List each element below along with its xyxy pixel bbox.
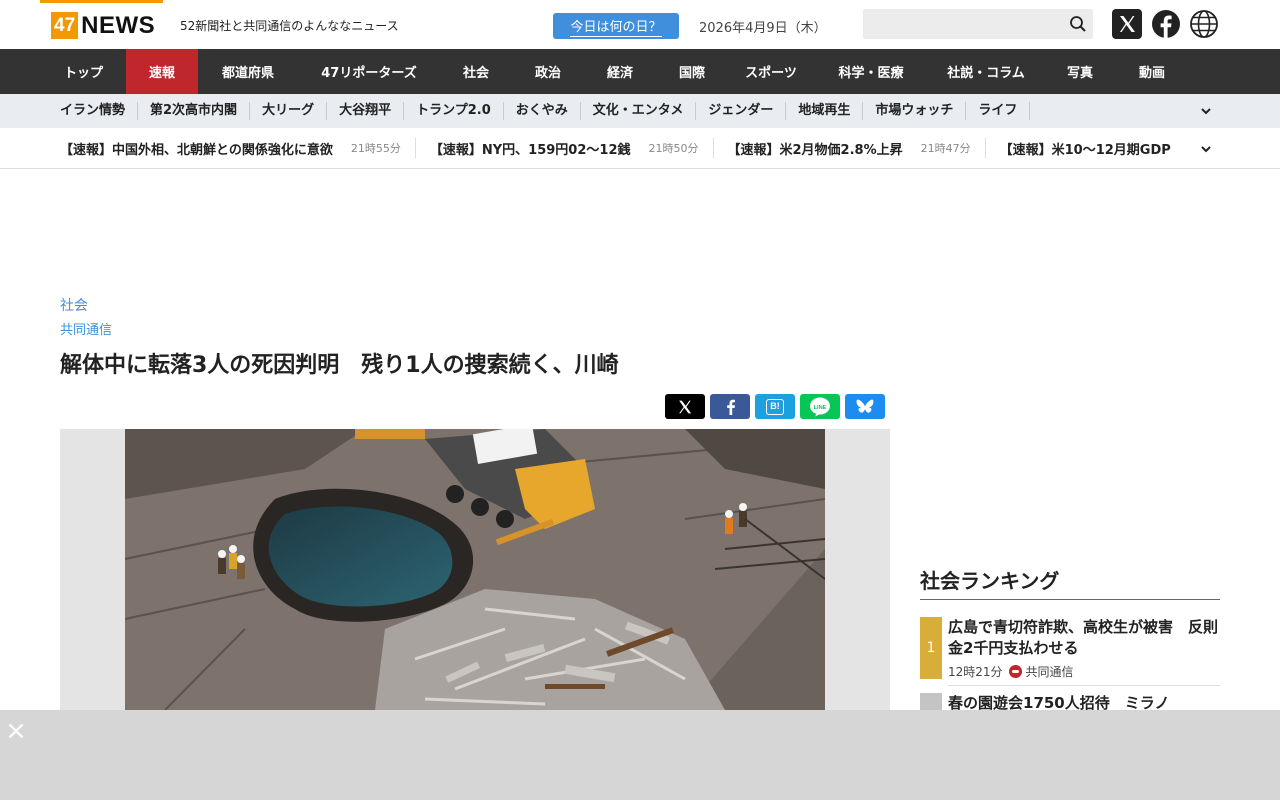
breaking-news-ticker: 【速報】中国外相、北朝鮮との関係強化に意欲 21時55分 【速報】NY円、159… <box>0 128 1280 169</box>
nav-item-video[interactable]: 動画 <box>1116 49 1188 94</box>
topic-gender[interactable]: ジェンダー <box>696 102 787 120</box>
article-photo[interactable] <box>125 429 825 710</box>
ticker-item[interactable]: 【速報】米10～12月期GDP <box>1000 138 1185 158</box>
topic-trump[interactable]: トランプ2.0 <box>404 102 504 120</box>
ranking-item-1[interactable]: 1 広島で青切符詐欺、高校生が被害 反則金2千円支払わせる 12時21分 共同通… <box>920 617 1220 679</box>
topic-mlb[interactable]: 大リーグ <box>250 102 328 120</box>
logo-accent-bar <box>40 0 163 3</box>
nav-item-society[interactable]: 社会 <box>440 49 512 94</box>
site-tagline: 52新聞社と共同通信のよんななニュース <box>180 19 399 33</box>
hatena-share-button[interactable]: B! <box>755 394 795 419</box>
ranking-title: 社会ランキング <box>920 569 1060 593</box>
nav-item-photo[interactable]: 写真 <box>1044 49 1116 94</box>
nav-item-prefectures[interactable]: 都道府県 <box>198 49 298 94</box>
chevron-down-icon[interactable] <box>1199 142 1213 156</box>
nav-item-sports[interactable]: スポーツ <box>728 49 814 94</box>
ranking-headline: 広島で青切符詐欺、高校生が被害 反則金2千円支払わせる <box>948 618 1219 657</box>
ranking-meta: 12時21分 共同通信 <box>948 663 1074 680</box>
nav-item-breaking[interactable]: 速報 <box>126 49 198 94</box>
topic-ohtani[interactable]: 大谷翔平 <box>327 102 405 120</box>
search-icon[interactable] <box>1069 15 1087 33</box>
nav-item-editorial-column[interactable]: 社説・コラム <box>928 49 1044 94</box>
bottom-ad-banner: × <box>0 710 1280 800</box>
nav-item-international[interactable]: 国際 <box>656 49 728 94</box>
topic-culture[interactable]: 文化・エンタメ <box>581 102 697 120</box>
ranking-divider <box>920 599 1220 600</box>
current-date: 2026年4月9日（木） <box>699 21 827 36</box>
x-share-button[interactable] <box>665 394 705 419</box>
close-icon[interactable]: × <box>5 718 27 744</box>
rank-number: 1 <box>920 617 942 679</box>
nav-item-top[interactable]: トップ <box>41 49 126 94</box>
x-icon <box>679 400 692 413</box>
line-icon: LINE <box>810 397 830 416</box>
article-source[interactable]: 共同通信 <box>60 319 112 338</box>
ticker-item[interactable]: 【速報】NY円、159円02～12銭 21時50分 <box>430 138 714 158</box>
facebook-icon <box>727 399 735 415</box>
ticker-item[interactable]: 【速報】中国外相、北朝鮮との関係強化に意欲 21時55分 <box>60 138 416 158</box>
topic-obituaries[interactable]: おくやみ <box>504 102 581 120</box>
page-title: 解体中に転落3人の死因判明 残り1人の捜索続く、川崎 <box>60 353 619 378</box>
kyodo-logo-icon <box>1008 665 1022 678</box>
bluesky-icon <box>856 399 874 413</box>
nav-item-47reporters[interactable]: 47リポーターズ <box>298 49 440 94</box>
site-header: 47 NEWS 52新聞社と共同通信のよんななニュース 今日は何の日？ 2026… <box>0 0 1280 49</box>
main-nav: トップ 速報 都道府県 47リポーターズ 社会 政治 経済 国際 スポーツ 科学… <box>0 49 1280 94</box>
facebook-icon[interactable] <box>1151 9 1181 39</box>
search-box <box>863 9 1093 39</box>
chevron-down-icon[interactable] <box>1199 104 1213 118</box>
bluesky-share-button[interactable] <box>845 394 885 419</box>
topic-takaichi-cabinet[interactable]: 第2次高市内閣 <box>138 102 251 120</box>
hatena-icon: B! <box>766 398 784 415</box>
logo-number: 47 <box>51 12 79 39</box>
line-share-button[interactable]: LINE <box>800 394 840 419</box>
article-category[interactable]: 社会 <box>60 295 88 315</box>
nav-item-science-medical[interactable]: 科学・医療 <box>814 49 928 94</box>
nav-item-economy[interactable]: 経済 <box>584 49 656 94</box>
ranking-time: 12時21分 <box>948 665 1003 679</box>
today-in-history-button[interactable]: 今日は何の日？ <box>553 13 679 39</box>
topic-subnav: イラン情勢 第2次高市内閣 大リーグ 大谷翔平 トランプ2.0 おくやみ 文化・… <box>0 94 1280 128</box>
svg-text:LINE: LINE <box>814 404 827 410</box>
topic-regional[interactable]: 地域再生 <box>786 102 864 120</box>
ticker-item[interactable]: 【速報】米2月物価2.8%上昇 21時47分 <box>728 138 986 158</box>
globe-icon[interactable] <box>1189 9 1219 39</box>
site-logo[interactable]: 47 NEWS <box>51 12 155 39</box>
facebook-share-button[interactable] <box>710 394 750 419</box>
search-input[interactable] <box>863 9 1063 39</box>
ranking-source: 共同通信 <box>1025 665 1074 679</box>
topic-life[interactable]: ライフ <box>966 102 1031 120</box>
article-photo-frame <box>60 429 890 710</box>
topic-iran[interactable]: イラン情勢 <box>48 102 139 120</box>
x-icon[interactable] <box>1112 9 1142 39</box>
topic-market[interactable]: 市場ウォッチ <box>863 102 967 120</box>
nav-item-politics[interactable]: 政治 <box>512 49 584 94</box>
ranking-separator <box>948 685 1220 686</box>
logo-word: NEWS <box>81 12 156 39</box>
